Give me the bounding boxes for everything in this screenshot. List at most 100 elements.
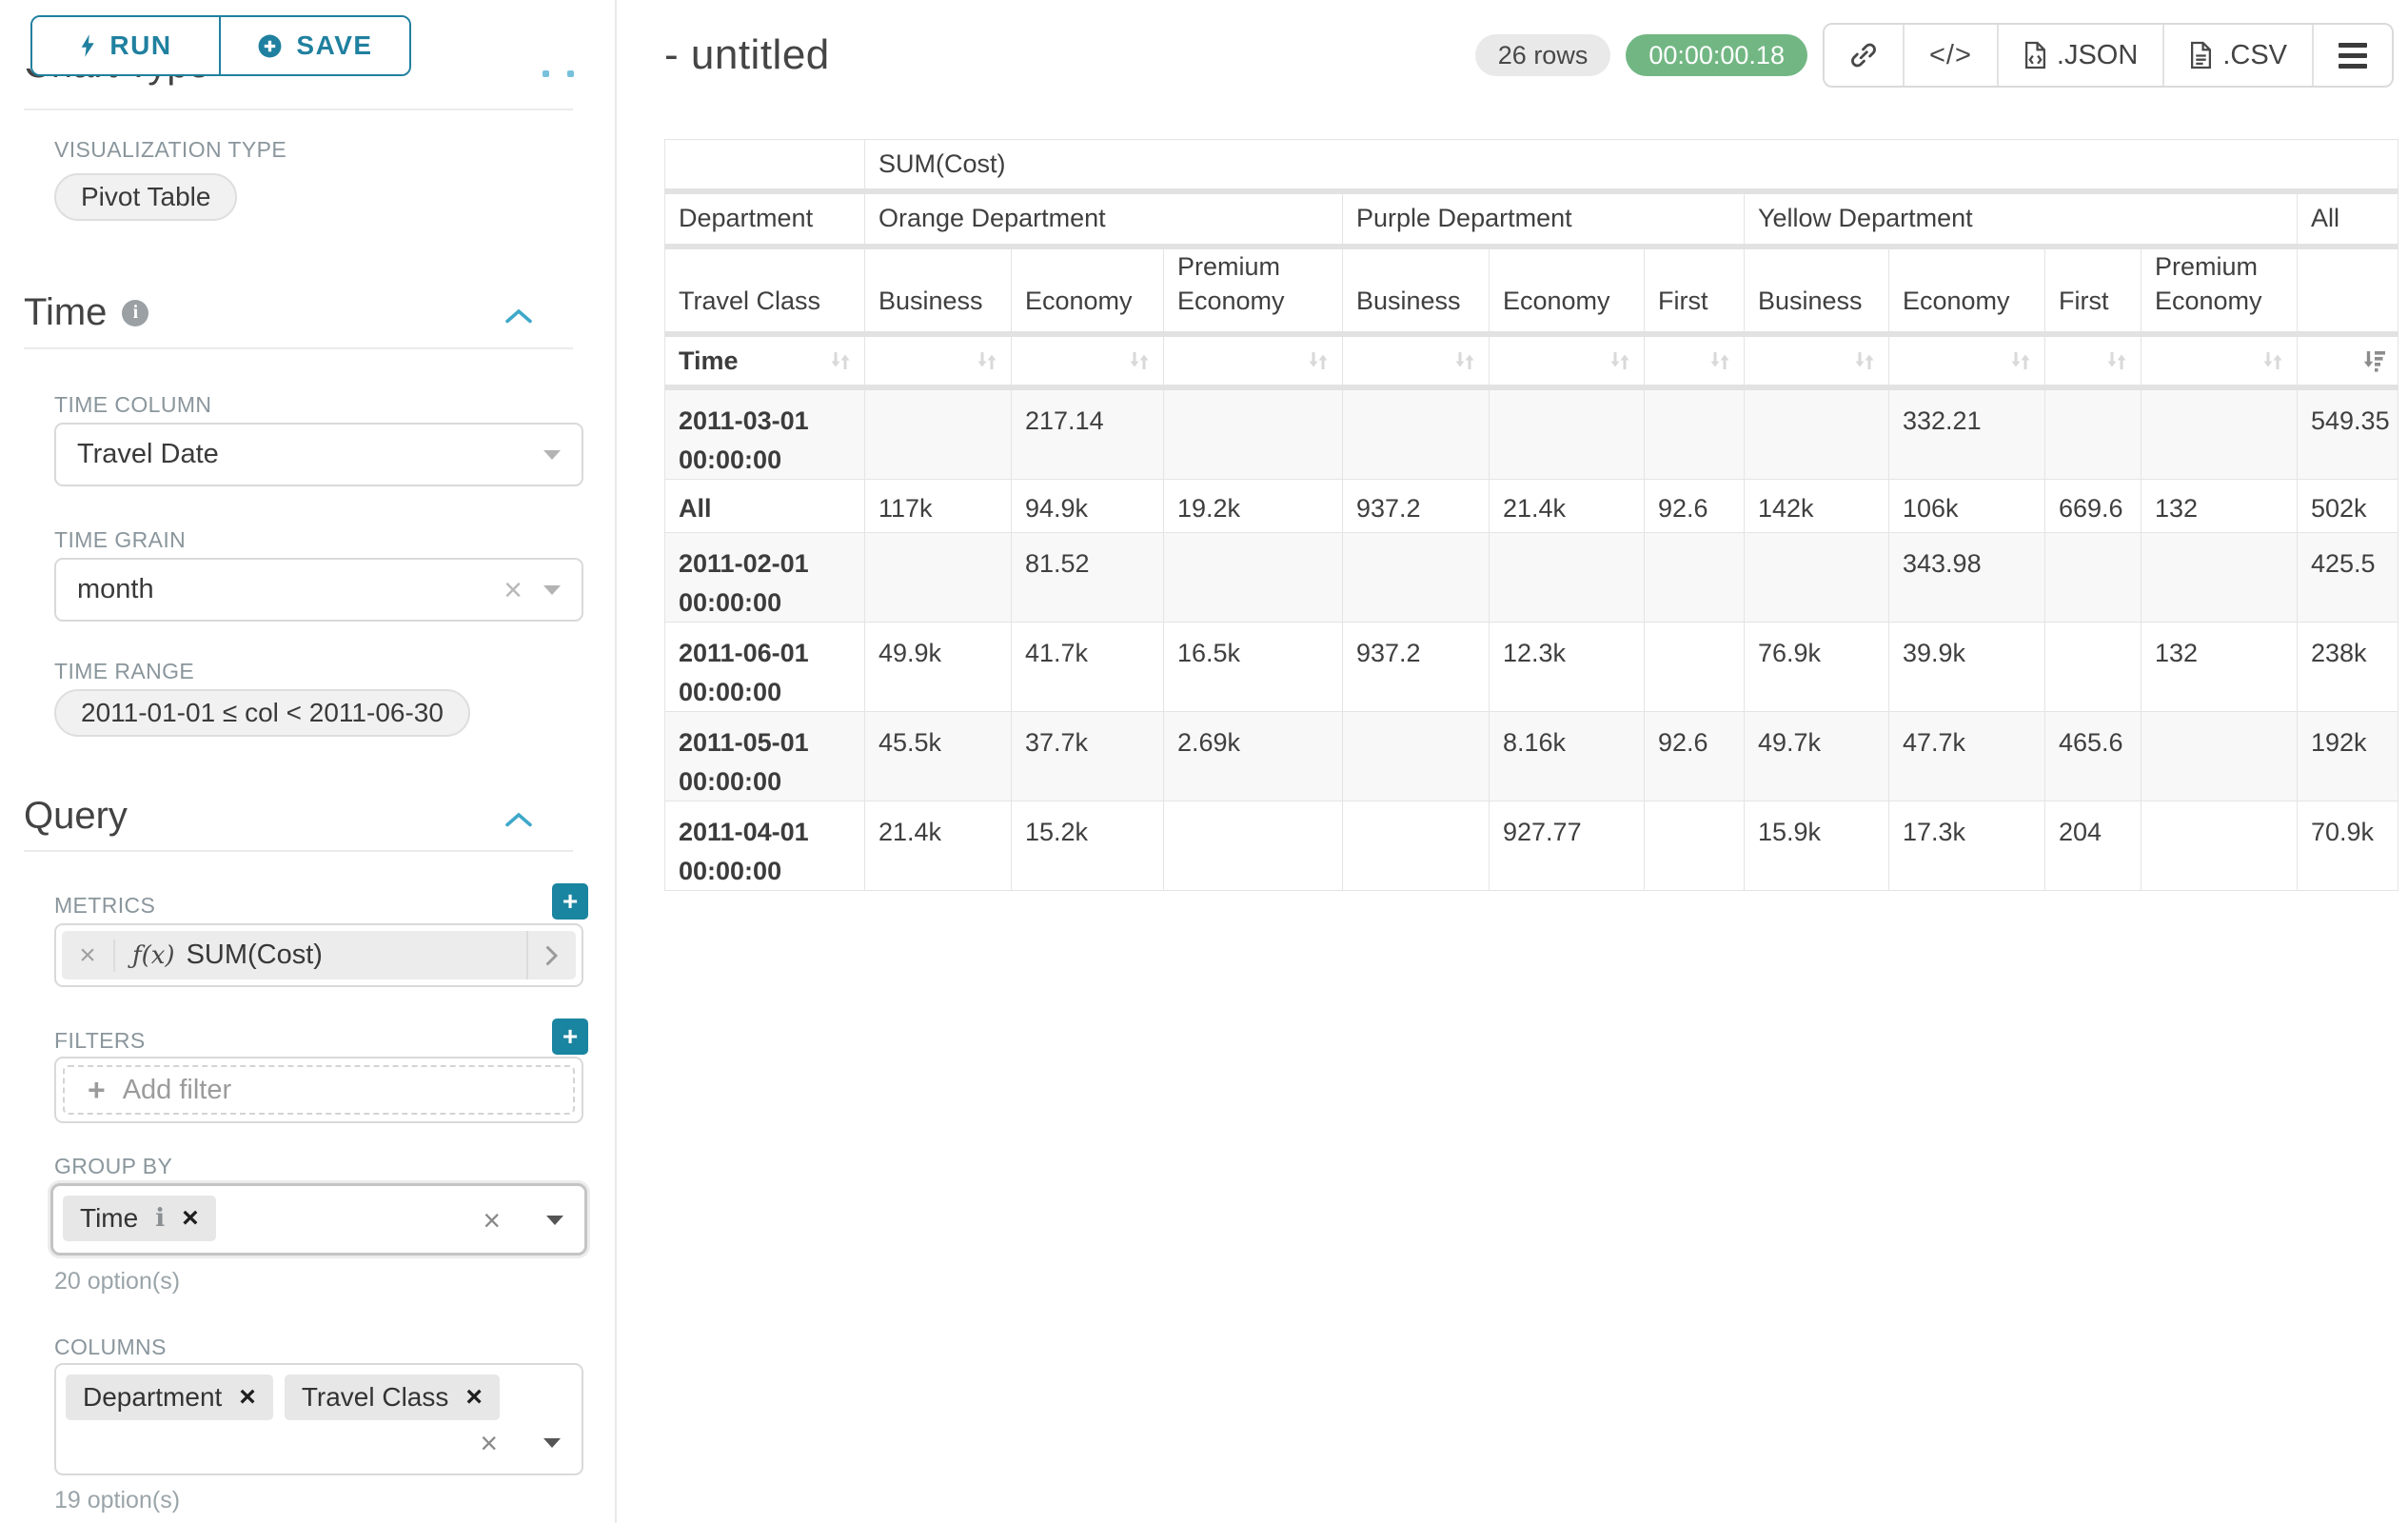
caret-down-icon bbox=[543, 585, 561, 595]
save-button[interactable]: SAVE bbox=[219, 17, 409, 74]
value-cell bbox=[1164, 801, 1343, 891]
department-dim-label: Department bbox=[665, 191, 865, 247]
value-cell: 8.16k bbox=[1490, 712, 1645, 801]
value-cell: 45.5k bbox=[865, 712, 1012, 801]
view-query-button[interactable]: </> bbox=[1903, 25, 1997, 86]
more-options-button[interactable] bbox=[2312, 25, 2392, 86]
lightning-icon bbox=[79, 32, 96, 59]
value-cell: 92.6 bbox=[1645, 480, 1745, 533]
column-yellow-department-premium-economy: Premium Economy bbox=[2142, 247, 2298, 335]
sort-icon[interactable] bbox=[2104, 348, 2129, 373]
value-cell bbox=[1343, 712, 1490, 801]
add-filter-button[interactable]: + Add filter bbox=[63, 1065, 575, 1115]
export-json-button[interactable]: .JSON bbox=[1997, 25, 2162, 86]
sort-desc-icon[interactable] bbox=[2361, 348, 2386, 373]
value-cell: 937.2 bbox=[1343, 480, 1490, 533]
sort-icon[interactable] bbox=[1707, 348, 1732, 373]
value-cell: 92.6 bbox=[1645, 712, 1745, 801]
value-cell: 142k bbox=[1745, 480, 1889, 533]
columns-tag-row: Department× Travel Class× bbox=[66, 1375, 500, 1420]
pivot-table-container: SUM(Cost)DepartmentOrange DepartmentPurp… bbox=[664, 139, 2398, 891]
clear-icon[interactable]: × bbox=[503, 574, 523, 606]
column-group-yellow-department: Yellow Department bbox=[1745, 191, 2298, 247]
value-cell: 41.7k bbox=[1012, 623, 1164, 712]
sort-icon[interactable] bbox=[1306, 348, 1331, 373]
export-csv-button[interactable]: .CSV bbox=[2162, 25, 2312, 86]
metric-pill[interactable]: × ƒ(x) SUM(Cost) bbox=[62, 931, 576, 979]
value-cell: 49.9k bbox=[865, 623, 1012, 712]
column-orange-department-economy: Economy bbox=[1012, 247, 1164, 335]
run-button[interactable]: RUN bbox=[32, 17, 219, 74]
time-dim-header: Time bbox=[665, 334, 865, 387]
sort-header-row: Time bbox=[665, 334, 2398, 387]
value-cell: 21.4k bbox=[865, 801, 1012, 891]
value-cell bbox=[2045, 387, 2142, 480]
section-divider bbox=[24, 347, 573, 349]
value-cell: 15.2k bbox=[1012, 801, 1164, 891]
caret-down-icon[interactable] bbox=[543, 1438, 561, 1448]
sort-icon[interactable] bbox=[1127, 348, 1152, 373]
department-header-row: DepartmentOrange DepartmentPurple Depart… bbox=[665, 191, 2398, 247]
value-cell: 927.77 bbox=[1490, 801, 1645, 891]
section-divider bbox=[24, 850, 573, 852]
short-link-button[interactable] bbox=[1825, 25, 1903, 86]
time-grain-select[interactable]: month × bbox=[54, 558, 583, 622]
sort-icon[interactable] bbox=[975, 348, 999, 373]
value-cell bbox=[2142, 712, 2298, 801]
metric-field: × ƒ(x) SUM(Cost) bbox=[54, 923, 583, 987]
value-cell: 106k bbox=[1889, 480, 2045, 533]
sort-icon[interactable] bbox=[2008, 348, 2033, 373]
time-range-pill[interactable]: 2011-01-01 ≤ col < 2011-06-30 bbox=[54, 689, 470, 737]
sort-icon[interactable] bbox=[1452, 348, 1477, 373]
sort-icon[interactable] bbox=[1608, 348, 1632, 373]
section-divider bbox=[24, 109, 573, 110]
column-purple-department-economy: Economy bbox=[1490, 247, 1645, 335]
query-section-header[interactable]: Query bbox=[24, 795, 573, 838]
sort-icon[interactable] bbox=[2260, 348, 2285, 373]
viz-type-pill[interactable]: Pivot Table bbox=[54, 173, 237, 221]
column-purple-department-business: Business bbox=[1343, 247, 1490, 335]
remove-metric-icon[interactable]: × bbox=[62, 940, 115, 972]
clear-icon[interactable]: × bbox=[483, 1205, 501, 1236]
time-grain-label: TIME GRAIN bbox=[54, 527, 186, 553]
value-cell bbox=[1490, 387, 1645, 480]
selected-option-time[interactable]: Timei× bbox=[63, 1196, 216, 1241]
columns-select[interactable]: Department× Travel Class× × bbox=[54, 1363, 583, 1475]
remove-tag-icon[interactable]: × bbox=[182, 1204, 199, 1233]
row-header: 2011-06-01 00:00:00 bbox=[665, 623, 865, 712]
selected-option-department[interactable]: Department× bbox=[66, 1375, 273, 1420]
metric-header-row: SUM(Cost) bbox=[665, 140, 2398, 191]
time-section-header[interactable]: Time i bbox=[24, 291, 573, 334]
clear-icon[interactable]: × bbox=[480, 1428, 498, 1458]
table-row: All117k94.9k19.2k937.221.4k92.6142k106k6… bbox=[665, 480, 2398, 533]
value-cell bbox=[1645, 387, 1745, 480]
info-icon: i bbox=[155, 1204, 165, 1233]
add-filter-plus-button[interactable]: + bbox=[552, 1019, 588, 1055]
sort-icon[interactable] bbox=[1852, 348, 1877, 373]
code-icon: </> bbox=[1929, 40, 1972, 71]
column-group-orange-department: Orange Department bbox=[865, 191, 1343, 247]
table-row: 2011-04-01 00:00:0021.4k15.2k927.7715.9k… bbox=[665, 801, 2398, 891]
chevron-right-icon[interactable] bbox=[526, 931, 576, 979]
query-timer-badge: 00:00:00.18 bbox=[1626, 34, 1807, 76]
export-button-group: </> .JSON .CSV bbox=[1823, 23, 2394, 88]
time-column-select[interactable]: Travel Date bbox=[54, 423, 583, 486]
value-cell bbox=[2142, 801, 2298, 891]
group-by-select[interactable]: Timei× × bbox=[50, 1183, 587, 1256]
chevron-up-icon[interactable] bbox=[504, 291, 533, 334]
control-panel-sidebar: Chart Type RUN SAVE VISUALIZATION TYPE P… bbox=[0, 0, 617, 1523]
travel-class-dim-label: Travel Class bbox=[665, 247, 865, 335]
add-metric-button[interactable]: + bbox=[552, 883, 588, 920]
caret-down-icon[interactable] bbox=[546, 1216, 563, 1225]
selected-option-travel-class[interactable]: Travel Class× bbox=[285, 1375, 500, 1420]
sort-icon[interactable] bbox=[828, 348, 853, 373]
chart-title[interactable]: - untitled bbox=[664, 31, 830, 79]
filters-field: + Add filter bbox=[54, 1057, 583, 1123]
travel-class-header-row: Travel ClassBusinessEconomyPremium Econo… bbox=[665, 247, 2398, 335]
viz-type-label: VISUALIZATION TYPE bbox=[54, 137, 286, 163]
remove-tag-icon[interactable]: × bbox=[239, 1383, 256, 1412]
chevron-up-icon[interactable] bbox=[504, 795, 533, 838]
remove-tag-icon[interactable]: × bbox=[465, 1383, 483, 1412]
row-header: All bbox=[665, 480, 865, 533]
value-cell: 47.7k bbox=[1889, 712, 2045, 801]
